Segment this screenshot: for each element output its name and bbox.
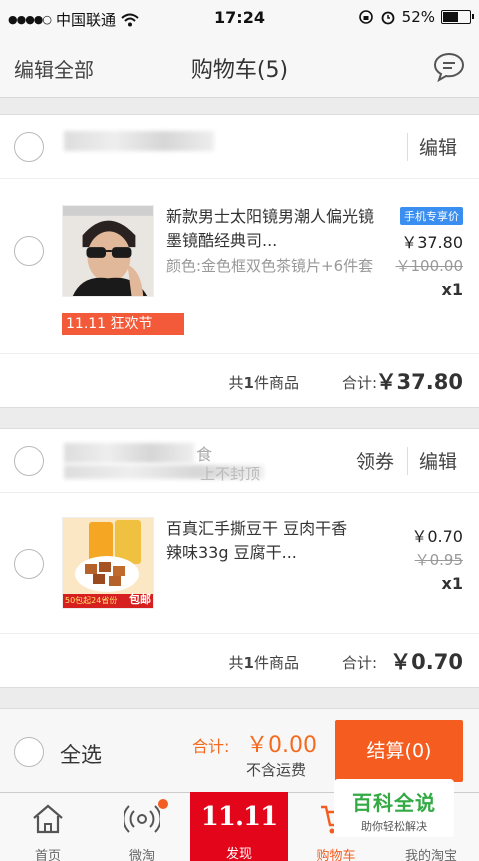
item-count: 共1件商品 <box>228 654 299 672</box>
broadcast-icon <box>124 805 160 833</box>
page-title: 购物车(5) <box>190 58 289 83</box>
tab-label: 发现 <box>225 847 252 861</box>
tab-discover[interactable]: 11.11 发现 <box>190 792 288 861</box>
watermark-logo: 百科全说 助你轻松解决 <box>334 779 454 837</box>
settle-button[interactable]: 结算(0) <box>335 720 463 782</box>
select-all-label[interactable]: 全选 <box>60 739 102 769</box>
shop-subtitle-partial: 上不封顶 <box>200 465 261 483</box>
status-bar: ●●●●○ 中国联通 17:24 52% <box>0 0 479 36</box>
shop-header: 食 上不封顶 领券 编辑 <box>0 429 479 493</box>
product-title[interactable]: 百真汇手撕豆干 豆肉干香辣味33g 豆腐干... <box>166 517 356 565</box>
shop-name-blurred <box>64 443 194 463</box>
shipping-note: 不含运费 <box>246 761 307 779</box>
product-price: ￥37.80 <box>401 233 463 252</box>
tab-label: 购物车 <box>316 849 356 861</box>
shop-card: 食 上不封顶 领券 编辑 50包起24省份 包邮 百真汇手撕豆干 豆肉干香辣味3… <box>0 428 479 688</box>
watermark-text: 百科全说 <box>352 791 436 815</box>
total-label: 合计: <box>192 737 230 756</box>
subtotal-amount: ￥0.70 <box>390 650 463 674</box>
product-original-price: ￥100.00 <box>395 257 464 275</box>
shop-summary: 共1件商品 合计: ￥37.80 <box>0 353 479 409</box>
shop-edit-button[interactable]: 编辑 <box>419 447 457 474</box>
tab-label: 首页 <box>34 849 61 861</box>
battery-icon <box>441 10 474 24</box>
product-quantity: x1 <box>441 574 463 593</box>
message-bubble-icon[interactable] <box>433 52 465 82</box>
subtotal-label: 合计: <box>341 374 377 392</box>
total-amount: ￥0.00 <box>246 733 317 758</box>
subtotal-amount: ￥37.80 <box>375 370 463 394</box>
item-select-radio[interactable] <box>14 236 44 266</box>
product-price: ￥0.70 <box>411 527 463 546</box>
shop-name-partial: 食 <box>196 445 213 464</box>
promo-tag: 11.11 狂欢节 <box>62 313 184 335</box>
tab-label: 微淘 <box>128 849 155 861</box>
divider <box>407 447 408 475</box>
tab-home[interactable]: 首页 <box>0 793 96 861</box>
rotation-lock-icon <box>358 10 373 24</box>
tab-weitao[interactable]: 微淘 <box>94 793 190 861</box>
divider <box>407 133 408 161</box>
tab-label: 我的淘宝 <box>404 849 457 861</box>
product-title[interactable]: 新款男士太阳镜男潮人偏光镜墨镜酷经典司... <box>166 205 378 253</box>
select-all-radio[interactable] <box>14 737 44 767</box>
thumbnail-banner: 50包起24省份 <box>65 596 118 605</box>
product-thumbnail[interactable] <box>62 205 154 297</box>
shop-name-blurred <box>64 131 214 151</box>
product-quantity: x1 <box>441 280 463 299</box>
shop-select-radio[interactable] <box>14 132 44 162</box>
cart-header: 编辑全部 购物车(5) <box>0 36 479 98</box>
shop-select-radio[interactable] <box>14 446 44 476</box>
product-spec: 颜色:金色框双色茶镜片+6件套 <box>166 257 374 275</box>
coupon-button[interactable]: 领券 <box>356 447 394 474</box>
shop-card: 编辑 新款男士太阳镜男潮人偏光镜墨镜酷经典司... 颜色:金色框双色茶镜片+6件… <box>0 114 479 408</box>
battery-percent: 52% <box>401 8 435 26</box>
shop-edit-button[interactable]: 编辑 <box>419 133 457 160</box>
promo-1111-label: 11.11 <box>200 802 278 832</box>
status-right: 52% <box>358 8 474 26</box>
watermark-subtext: 助你轻松解决 <box>361 820 427 833</box>
shop-summary: 共1件商品 合计: ￥0.70 <box>0 633 479 689</box>
mobile-price-badge: 手机专享价 <box>400 207 463 225</box>
subtotal-label: 合计: <box>341 654 377 672</box>
free-shipping-badge: 包邮 <box>129 593 151 606</box>
alarm-icon <box>381 11 395 25</box>
product-original-price: ￥0.95 <box>414 551 463 569</box>
notification-dot <box>158 799 168 809</box>
home-icon <box>33 804 63 834</box>
product-thumbnail[interactable]: 50包起24省份 包邮 <box>62 517 154 609</box>
item-count: 共1件商品 <box>228 374 299 392</box>
item-select-radio[interactable] <box>14 549 44 579</box>
shop-header: 编辑 <box>0 115 479 179</box>
